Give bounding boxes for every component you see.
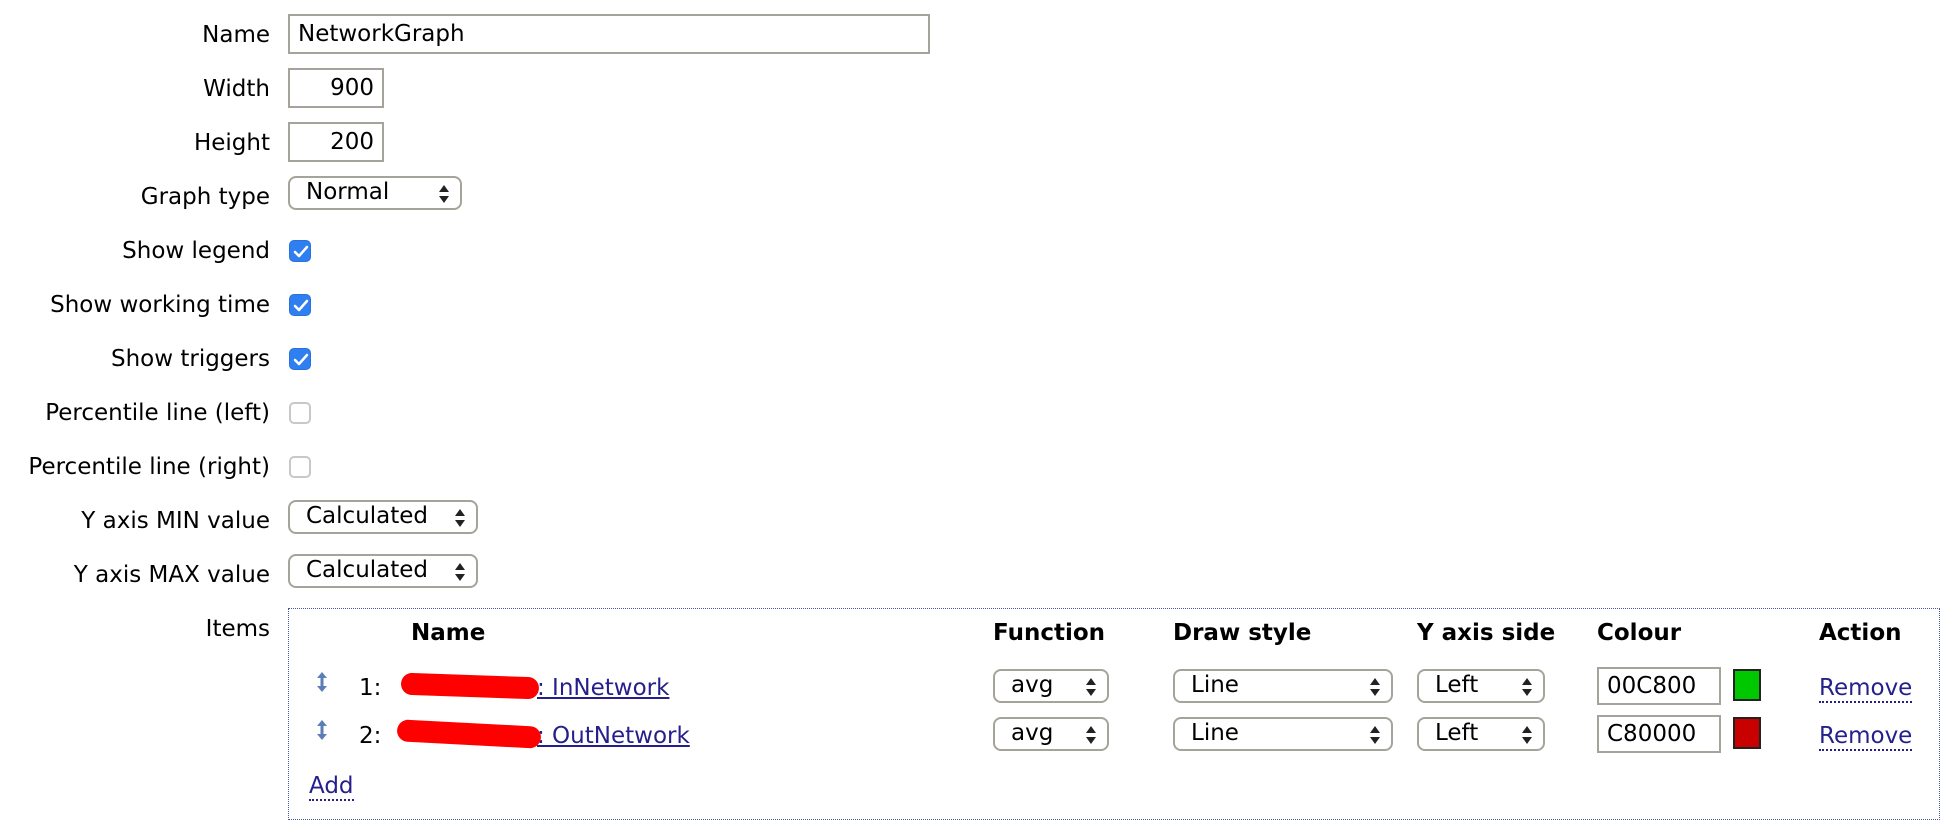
name-input[interactable]: NetworkGraph (288, 14, 930, 54)
remove-link[interactable]: Remove (1819, 675, 1913, 703)
width-label: Width (203, 76, 270, 102)
percentile-right-checkbox[interactable] (289, 456, 311, 478)
graph-type-label: Graph type (140, 184, 270, 210)
percentile-left-label: Percentile line (left) (45, 400, 270, 426)
width-input[interactable]: 900 (288, 68, 384, 108)
col-header-y-axis-side: Y axis side (1417, 620, 1556, 646)
show-working-time-checkbox[interactable] (289, 294, 311, 316)
col-header-name: Name (411, 620, 486, 646)
name-label: Name (202, 22, 270, 48)
item-name-text: : InNetwork (537, 675, 670, 701)
select-arrows-icon (454, 507, 466, 529)
colour-input[interactable]: C80000 (1597, 715, 1721, 753)
table-row: 1: : InNetwork avg Line Left 00C800 Remo… (289, 667, 1939, 709)
show-working-time-label: Show working time (50, 292, 270, 318)
show-triggers-label: Show triggers (110, 346, 270, 372)
select-arrows-icon (438, 183, 450, 205)
y-axis-side-select[interactable]: Left (1417, 717, 1545, 751)
function-value: avg (1011, 720, 1054, 746)
draw-style-select[interactable]: Line (1173, 669, 1393, 703)
colour-input[interactable]: 00C800 (1597, 667, 1721, 705)
colour-swatch[interactable] (1733, 717, 1761, 749)
col-header-colour: Colour (1597, 620, 1682, 646)
drag-handle-icon[interactable] (315, 719, 329, 741)
select-arrows-icon (1521, 676, 1533, 698)
item-name-text: : OutNetwork (537, 723, 690, 749)
y-axis-side-value: Left (1435, 672, 1479, 698)
graph-type-select[interactable]: Normal (288, 176, 462, 210)
drag-handle-icon[interactable] (315, 671, 329, 693)
row-index: 1: (359, 675, 382, 701)
select-arrows-icon (1369, 676, 1381, 698)
select-arrows-icon (1369, 724, 1381, 746)
colour-swatch[interactable] (1733, 669, 1761, 701)
y-axis-side-value: Left (1435, 720, 1479, 746)
draw-style-select[interactable]: Line (1173, 717, 1393, 751)
show-triggers-checkbox[interactable] (289, 348, 311, 370)
show-legend-checkbox[interactable] (289, 240, 311, 262)
function-select[interactable]: avg (993, 669, 1109, 703)
function-select[interactable]: avg (993, 717, 1109, 751)
draw-style-value: Line (1191, 672, 1239, 698)
percentile-right-label: Percentile line (right) (28, 454, 270, 480)
select-arrows-icon (454, 561, 466, 583)
select-arrows-icon (1521, 724, 1533, 746)
items-label: Items (205, 616, 270, 642)
table-row: 2: : OutNetwork avg Line Left C80000 Rem… (289, 715, 1939, 757)
show-legend-label: Show legend (122, 238, 270, 264)
col-header-draw-style: Draw style (1173, 620, 1312, 646)
col-header-function: Function (993, 620, 1106, 646)
col-header-action: Action (1819, 620, 1902, 646)
checkmark-icon (293, 299, 309, 312)
y-min-label: Y axis MIN value (81, 508, 270, 534)
draw-style-value: Line (1191, 720, 1239, 746)
function-value: avg (1011, 672, 1054, 698)
select-arrows-icon (1085, 724, 1097, 746)
graph-type-value: Normal (306, 179, 390, 205)
y-max-label: Y axis MAX value (73, 562, 270, 588)
y-max-select[interactable]: Calculated (288, 554, 478, 588)
checkmark-icon (293, 353, 309, 366)
height-label: Height (193, 130, 270, 156)
height-input[interactable]: 200 (288, 122, 384, 162)
select-arrows-icon (1085, 676, 1097, 698)
y-axis-side-select[interactable]: Left (1417, 669, 1545, 703)
y-min-value: Calculated (306, 503, 429, 529)
row-index: 2: (359, 723, 382, 749)
y-max-value: Calculated (306, 557, 429, 583)
percentile-left-checkbox[interactable] (289, 402, 311, 424)
add-item-link[interactable]: Add (309, 773, 354, 801)
y-min-select[interactable]: Calculated (288, 500, 478, 534)
checkmark-icon (293, 245, 309, 258)
items-table: Name Function Draw style Y axis side Col… (288, 608, 1940, 820)
remove-link[interactable]: Remove (1819, 723, 1913, 751)
